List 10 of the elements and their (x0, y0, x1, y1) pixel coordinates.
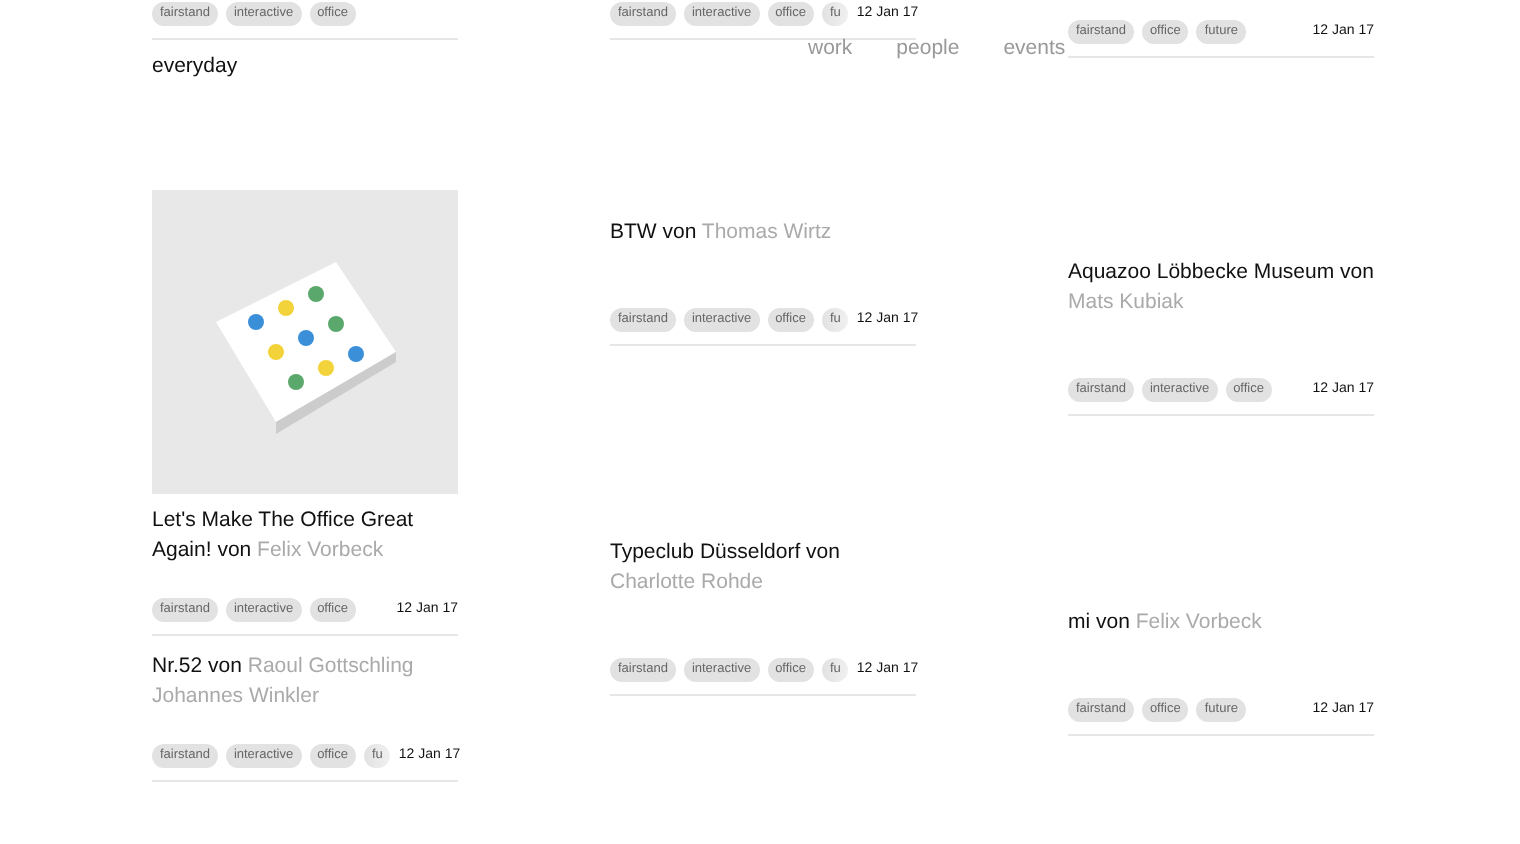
card-title: everyday (152, 52, 240, 82)
card-title: Aquazoo Löbbecke Museum von Mats Kubiak (1068, 258, 1374, 318)
card-title: Typeclub Düsseldorf von Charlotte Rohde (610, 538, 842, 598)
card-title: mi von Felix Vorbeck (1068, 608, 1264, 638)
nav-link[interactable]: work (808, 34, 853, 66)
nav-link[interactable]: people (896, 34, 960, 66)
card-title: Nr.52 von Raoul Gottschling Johannes Winkler (152, 652, 416, 712)
card-title: BTW von Thomas Wirtz (610, 218, 834, 248)
nav-link[interactable]: events (1003, 34, 1066, 66)
card-title: Let's Make The Office Great Again! von Felix Vorbeck (152, 506, 416, 566)
